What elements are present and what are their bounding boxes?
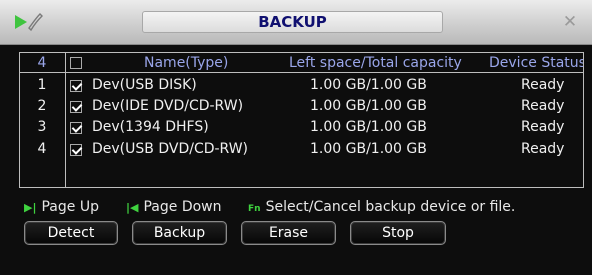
row-device-name[interactable]: Dev(IDE DVD/CD-RW) bbox=[92, 97, 243, 115]
close-icon[interactable]: ✕ bbox=[559, 11, 581, 33]
window-title: BACKUP bbox=[258, 13, 327, 31]
erase-button[interactable]: Erase bbox=[241, 221, 336, 245]
row-device-name[interactable]: Dev(USB DISK) bbox=[92, 76, 197, 94]
page-down-label: Page Down bbox=[143, 199, 222, 215]
row-status: Ready bbox=[521, 119, 565, 135]
page-down-hint: |◀ Page Down bbox=[126, 198, 222, 216]
row-checkbox[interactable] bbox=[70, 144, 82, 156]
row-checkbox[interactable] bbox=[70, 122, 82, 134]
title-bar: BACKUP ✕ bbox=[0, 0, 592, 45]
page-up-label: Page Up bbox=[41, 199, 99, 215]
page-up-icon: ▶| bbox=[24, 201, 37, 214]
column-header-status: Device Status bbox=[489, 55, 583, 71]
column-header-space: Left space/Total capacity bbox=[289, 55, 462, 71]
detect-button[interactable]: Detect bbox=[24, 221, 118, 245]
backup-button[interactable]: Backup bbox=[132, 221, 227, 245]
header-divider bbox=[19, 72, 584, 73]
select-hint: Fn Select/Cancel backup device or file. bbox=[248, 198, 515, 216]
row-index: 3 bbox=[37, 119, 47, 135]
row-device-name[interactable]: Dev(USB DVD/CD-RW) bbox=[92, 140, 248, 158]
row-device-name[interactable]: Dev(1394 DHFS) bbox=[92, 118, 209, 136]
row-checkbox[interactable] bbox=[70, 101, 82, 113]
title-icons bbox=[15, 13, 43, 32]
page-up-hint: ▶| Page Up bbox=[24, 198, 99, 216]
row-status: Ready bbox=[521, 141, 565, 157]
row-status: Ready bbox=[521, 98, 565, 114]
row-space: 1.00 GB/1.00 GB bbox=[310, 119, 427, 135]
device-count: 4 bbox=[37, 55, 47, 71]
row-space: 1.00 GB/1.00 GB bbox=[310, 77, 427, 93]
pen-icon bbox=[28, 13, 43, 32]
play-icon bbox=[15, 15, 27, 29]
row-index: 1 bbox=[37, 77, 47, 93]
stop-button[interactable]: Stop bbox=[350, 221, 446, 245]
row-status: Ready bbox=[521, 77, 565, 93]
row-index: 2 bbox=[37, 98, 47, 114]
row-space: 1.00 GB/1.00 GB bbox=[310, 98, 427, 114]
page-down-icon: |◀ bbox=[126, 201, 139, 214]
row-checkbox[interactable] bbox=[70, 80, 82, 92]
column-header-status-wrap: Device Status bbox=[484, 54, 583, 72]
select-hint-label: Select/Cancel backup device or file. bbox=[265, 199, 516, 215]
column-header-name: Name(Type) bbox=[144, 55, 229, 71]
fn-key-icon: Fn bbox=[248, 204, 261, 214]
backup-window: BACKUP ✕ 4 Name(Type) Left space/Total c… bbox=[0, 0, 592, 275]
row-index: 4 bbox=[37, 141, 47, 157]
row-space: 1.00 GB/1.00 GB bbox=[310, 141, 427, 157]
select-all-checkbox[interactable] bbox=[70, 57, 82, 69]
